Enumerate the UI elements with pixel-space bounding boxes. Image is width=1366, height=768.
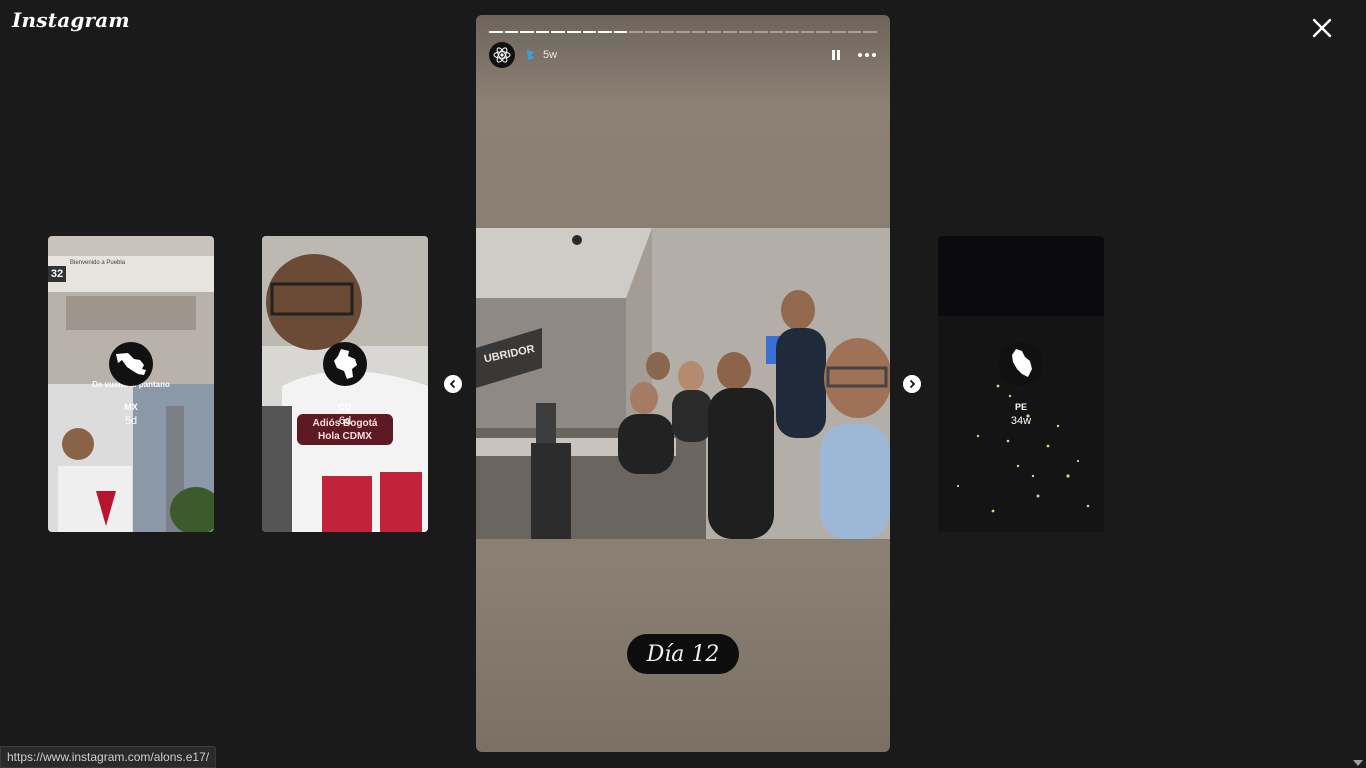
active-story[interactable]: 5w UBRIDOR Día 12: [476, 15, 890, 752]
progress-segment: [644, 31, 659, 33]
story-username: PE: [1014, 402, 1027, 412]
page-scrollbar[interactable]: [1351, 0, 1366, 768]
progress-segment: [691, 31, 706, 33]
next-story-button[interactable]: [903, 375, 921, 393]
pause-icon[interactable]: [829, 48, 843, 62]
status-bar-url: https://www.instagram.com/alons.e17/: [0, 746, 217, 768]
progress-segment: [816, 31, 831, 33]
progress-segment: [707, 31, 721, 33]
progress-segment: [489, 31, 503, 33]
colombia-map-icon: [334, 349, 357, 379]
progress-segment: [660, 31, 675, 33]
story-card-mx[interactable]: 32 Bienvenido a Puebla De vuelta al pant…: [48, 236, 214, 532]
progress-segment: [847, 31, 862, 33]
avatar: [109, 342, 153, 386]
progress-segment: [769, 31, 784, 33]
story-text-sticker: Día 12: [627, 634, 739, 674]
progress-segment: [629, 31, 643, 33]
close-icon[interactable]: [1308, 14, 1336, 42]
story-time-ago: 5w: [543, 49, 558, 61]
progress-segment: [863, 31, 877, 33]
progress-segment: [738, 31, 753, 33]
progress-segment: [582, 31, 597, 33]
story-username: MX: [124, 402, 138, 412]
avatar: [999, 342, 1043, 386]
progress-segment: [676, 31, 690, 33]
chevron-left-icon: [449, 379, 456, 389]
progress-segment: [613, 31, 628, 33]
avatar: [323, 342, 367, 386]
progress-segment: [551, 31, 565, 33]
scroll-down-arrow-icon[interactable]: [1353, 760, 1363, 766]
progress-segment: [785, 31, 799, 33]
progress-segment: [535, 31, 550, 33]
chevron-right-icon: [909, 379, 916, 389]
progress-segment: [520, 31, 534, 33]
instagram-logo[interactable]: Instagram: [12, 8, 130, 32]
progress-segment: [566, 31, 581, 33]
progress-segment: [598, 31, 612, 33]
progress-segment: [832, 31, 846, 33]
story-time-ago: 6d: [338, 415, 352, 427]
story-header: 5w: [489, 42, 877, 68]
story-progress-bar: [489, 31, 877, 33]
progress-segment: [504, 31, 519, 33]
side-badge-number: 32: [48, 266, 66, 282]
progress-segment: [754, 31, 768, 33]
avatar[interactable]: [489, 42, 515, 68]
verified-flag-icon: [527, 50, 534, 60]
story-overlay-line2: Hola CDMX: [318, 431, 372, 442]
progress-segment: [800, 31, 815, 33]
side-sign-text: Bienvenido a Puebla: [70, 260, 126, 266]
more-horizontal-icon[interactable]: [857, 48, 877, 62]
story-card-co[interactable]: Adiós Bogotá Hola CDMX CO 6d: [262, 236, 428, 532]
story-time-ago: 34w: [1010, 415, 1032, 427]
atom-icon: [493, 47, 511, 63]
story-card-pe[interactable]: PE 34w: [938, 236, 1104, 532]
story-username: CO: [338, 402, 352, 412]
story-photo: UBRIDOR: [476, 228, 890, 539]
mexico-map-icon: [116, 353, 146, 375]
previous-story-button[interactable]: [444, 375, 462, 393]
story-time-ago: 5d: [124, 415, 138, 427]
peru-map-icon: [1012, 349, 1032, 377]
progress-segment: [722, 31, 737, 33]
